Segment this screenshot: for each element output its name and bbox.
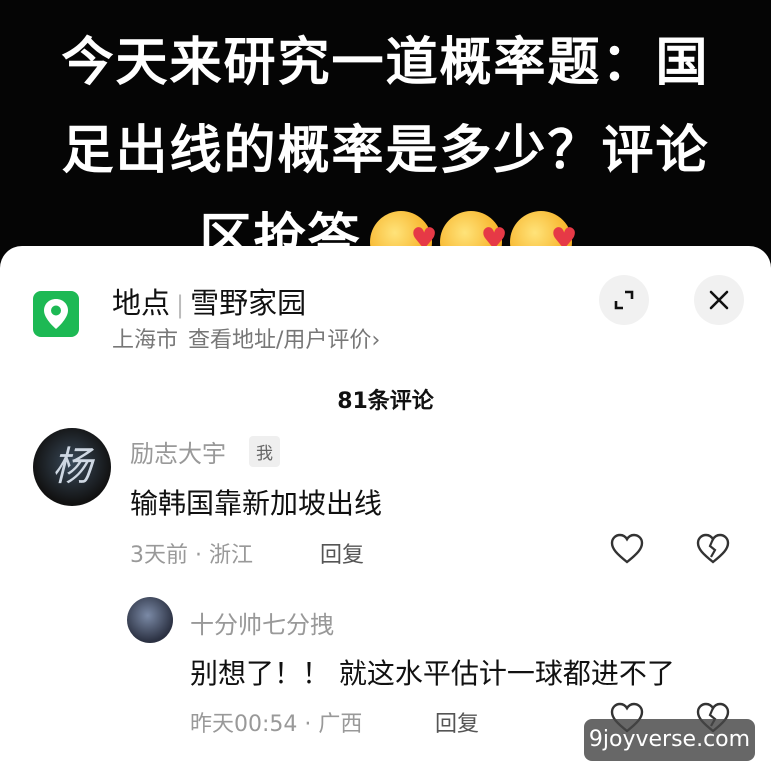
location-label: 地点 (112, 286, 171, 320)
location-icon[interactable] (33, 291, 79, 337)
comment-count: 81条评论 (337, 389, 434, 414)
dislike-icon (696, 533, 730, 564)
like-button[interactable] (609, 532, 645, 570)
location-title[interactable]: 地点 | 雪野家园 (112, 280, 306, 322)
close-icon (709, 290, 729, 310)
like-icon (610, 533, 644, 564)
comment-meta: 昨天00:54 · 广西 (190, 712, 363, 737)
comment-author[interactable]: 励志大宇 (130, 434, 226, 469)
reply-button[interactable]: 回复 (435, 706, 479, 738)
avatar-glyph: 杨 (52, 444, 92, 490)
video-caption-line2: 足出线的概率是多少？评论 (61, 121, 710, 181)
title-separator: | (176, 291, 185, 319)
reply-button[interactable]: 回复 (320, 537, 364, 569)
close-button[interactable] (694, 275, 744, 325)
comment-text[interactable]: 输韩国靠新加坡出线 (130, 482, 382, 522)
dislike-button[interactable] (695, 532, 731, 570)
avatar[interactable] (127, 597, 173, 643)
expand-button[interactable] (599, 275, 649, 325)
comment-meta: 3天前 · 浙江 (130, 543, 253, 568)
watermark: 9joyverse.com (584, 719, 755, 761)
comment-author[interactable]: 十分帅七分拽 (190, 605, 334, 640)
avatar[interactable]: 杨 (33, 428, 111, 506)
expand-icon (614, 290, 634, 310)
location-pin-icon (44, 299, 68, 329)
video-caption-line1: 今天来研究一道概率题：国 (61, 33, 710, 93)
location-name: 雪野家园 (190, 286, 307, 320)
chevron-right-icon: › (371, 328, 381, 353)
location-subtitle[interactable]: 上海市 查看地址/用户评价› (112, 322, 380, 354)
author-badge: 我 (249, 436, 280, 467)
comment-text[interactable]: 别想了！！ 就这水平估计一球都进不了 (190, 652, 675, 692)
view-address-link[interactable]: 查看地址/用户评价 (188, 328, 371, 353)
location-city: 上海市 (112, 328, 179, 353)
